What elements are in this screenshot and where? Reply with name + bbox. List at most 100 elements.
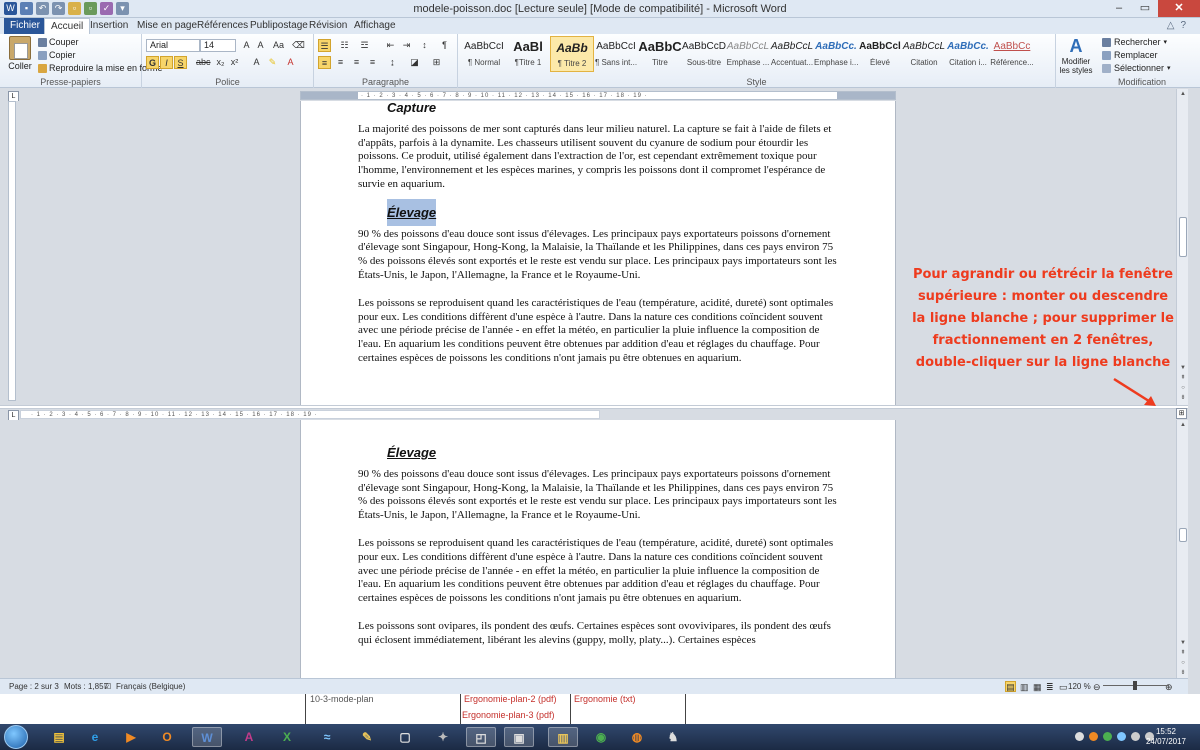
document-text-bottom[interactable]: Élevage 90 % des poissons d'eau douce so… — [358, 446, 838, 662]
line-spacing-icon[interactable]: ↨ — [386, 56, 399, 69]
scroll-up-icon[interactable]: ▲ — [1177, 89, 1189, 99]
zoom-out-icon[interactable]: ⊖ — [1093, 679, 1101, 695]
outlook-icon[interactable]: O — [152, 727, 182, 747]
maximize-button[interactable]: ▭ — [1132, 0, 1158, 17]
sort-icon[interactable]: ↕ — [418, 39, 431, 52]
page-count[interactable]: Page : 2 sur 3 — [9, 679, 59, 695]
justify-icon[interactable]: ≡ — [366, 56, 379, 69]
media-player-icon[interactable]: ▶ — [116, 727, 146, 747]
multilevel-list-icon[interactable]: ☲ — [358, 39, 371, 52]
select-button[interactable]: Sélectionner ▾ — [1102, 63, 1171, 73]
start-button[interactable] — [4, 725, 28, 749]
previous-page-icon[interactable]: ⇞ — [1177, 648, 1189, 658]
replace-button[interactable]: Remplacer — [1102, 50, 1158, 60]
find-button[interactable]: Rechercher ▾ — [1102, 37, 1167, 47]
borders-icon[interactable]: ⊞ — [430, 56, 443, 69]
bullets-icon[interactable]: ☰ — [318, 39, 331, 52]
language-indicator[interactable]: Français (Belgique) — [116, 679, 185, 695]
next-page-icon[interactable]: ⇟ — [1177, 668, 1189, 678]
align-center-icon[interactable]: ≡ — [334, 56, 347, 69]
firefox-icon[interactable]: ◍ — [622, 727, 652, 747]
shading-icon[interactable]: ◪ — [408, 56, 421, 69]
text-effects-icon[interactable]: A — [250, 56, 263, 69]
tab-affichage[interactable]: Affichage — [348, 18, 402, 34]
minimize-ribbon-icon[interactable]: △ — [1167, 20, 1175, 31]
font-color-icon[interactable]: A — [284, 56, 297, 69]
strikethrough-icon[interactable]: abc — [196, 56, 211, 69]
modify-styles-button[interactable]: A Modifier les styles — [1058, 36, 1094, 75]
style-accentuation[interactable]: AaBbCcL Accentuat... — [770, 36, 814, 72]
style-citation-intense[interactable]: AaBbCc. Citation i... — [946, 36, 990, 72]
chrome-icon[interactable]: ◉ — [586, 727, 616, 747]
feather-app-icon[interactable]: ✎ — [352, 727, 382, 747]
scroll-up-icon[interactable]: ▲ — [1177, 420, 1189, 430]
browse-object-icon[interactable]: ○ — [1177, 383, 1189, 393]
app-window-icon[interactable]: ◰ — [466, 727, 496, 747]
decrease-indent-icon[interactable]: ⇤ — [384, 39, 397, 52]
draft-view-icon[interactable]: ▭ — [1059, 679, 1068, 695]
vertical-scrollbar-bottom[interactable]: ▲ ▼ ⇞ ○ ⇟ — [1176, 420, 1188, 678]
clear-format-icon[interactable]: ⌫ — [292, 39, 305, 52]
scroll-down-icon[interactable]: ▼ — [1177, 363, 1189, 373]
explorer-icon[interactable]: ▤ — [44, 727, 74, 747]
cut-button[interactable]: Couper — [38, 37, 79, 47]
italic-button[interactable]: I — [160, 56, 173, 69]
close-button[interactable]: ✕ — [1158, 0, 1200, 17]
browse-object-icon[interactable]: ○ — [1177, 658, 1189, 668]
previous-page-icon[interactable]: ⇞ — [1177, 373, 1189, 383]
document-text-top[interactable]: Capture La majorité des poissons de mer … — [358, 101, 838, 380]
highlight-icon[interactable]: ✎ — [266, 56, 279, 69]
tray-app-icon[interactable] — [1089, 732, 1098, 741]
style-citation[interactable]: AaBbCcL Citation — [902, 36, 946, 72]
increase-indent-icon[interactable]: ⇥ — [400, 39, 413, 52]
change-case-icon[interactable]: Aa — [272, 39, 285, 52]
paste-button[interactable]: Coller — [6, 36, 34, 71]
document-app-icon[interactable]: ▣ — [504, 727, 534, 747]
excel-icon[interactable]: X — [272, 727, 302, 747]
zoom-level[interactable]: 120 % — [1068, 679, 1091, 695]
help-icon[interactable]: ? — [1180, 20, 1186, 31]
tray-shield-icon[interactable] — [1103, 732, 1112, 741]
copy-button[interactable]: Copier — [38, 50, 76, 60]
full-screen-reading-icon[interactable]: ▥ — [1020, 679, 1029, 695]
background-file-4[interactable]: Ergonomie (txt) — [574, 694, 636, 704]
background-file-1[interactable]: 10-3-mode-plan — [310, 694, 374, 704]
web-layout-icon[interactable]: ▦ — [1033, 679, 1042, 695]
tab-insertion[interactable]: Insertion — [84, 18, 134, 34]
scroll-thumb[interactable] — [1179, 528, 1187, 542]
document-page-top[interactable]: Capture La majorité des poissons de mer … — [300, 101, 896, 405]
font-size-select[interactable]: 14 — [200, 39, 236, 52]
network-app-icon[interactable]: ≈ — [312, 727, 342, 747]
superscript-icon[interactable]: x² — [228, 56, 241, 69]
word-count[interactable]: Mots : 1,857 — [64, 679, 108, 695]
style-titre-1[interactable]: AaBl ¶Titre 1 — [506, 36, 550, 72]
minimize-button[interactable]: – — [1106, 0, 1132, 17]
background-file-2[interactable]: Ergonomie-plan-2 (pdf) — [464, 694, 557, 704]
style-emphase-intense[interactable]: AaBbCc. Emphase i... — [814, 36, 858, 72]
print-layout-icon[interactable]: ▤ — [1005, 681, 1016, 692]
grow-font-icon[interactable]: A — [240, 39, 253, 52]
word-taskbar-icon[interactable]: W — [192, 727, 222, 747]
vertical-scrollbar-top[interactable]: ▲ ▼ ⇞ ○ ⇟ — [1176, 89, 1188, 405]
align-right-icon[interactable]: ≡ — [350, 56, 363, 69]
tray-network-icon[interactable] — [1117, 732, 1126, 741]
outline-view-icon[interactable]: ≣ — [1046, 679, 1054, 695]
horizontal-ruler-bottom[interactable]: · 1 · 2 · 3 · 4 · 5 · 6 · 7 · 8 · 9 · 10… — [20, 410, 600, 419]
style-titre-2[interactable]: AaBb ¶ Titre 2 — [550, 36, 594, 72]
background-file-3[interactable]: Ergonomie-plan-3 (pdf) — [462, 710, 555, 720]
document-page-bottom[interactable]: Élevage 90 % des poissons d'eau douce so… — [300, 420, 896, 678]
style-emphase[interactable]: AaBbCcL Emphase ... — [726, 36, 770, 72]
taskbar-clock[interactable]: 15:52 24/07/2017 — [1146, 727, 1186, 747]
scroll-down-icon[interactable]: ▼ — [1177, 638, 1189, 648]
font-name-select[interactable]: Arial — [146, 39, 200, 52]
style-eleve[interactable]: AaBbCcl Élevé — [858, 36, 902, 72]
style-normal[interactable]: AaBbCcI ¶ Normal — [462, 36, 506, 72]
horizontal-ruler-top[interactable]: · 1 · 2 · 3 · 4 · 5 · 6 · 7 · 8 · 9 · 10… — [300, 91, 896, 100]
zoom-in-icon[interactable]: ⊕ — [1165, 679, 1173, 695]
tray-cloud-icon[interactable] — [1075, 732, 1084, 741]
style-titre[interactable]: AaBbC Titre — [638, 36, 682, 72]
access-icon[interactable]: A — [234, 727, 264, 747]
tool-app-icon[interactable]: ✦ — [428, 727, 458, 747]
style-sans-interligne[interactable]: AaBbCcI ¶ Sans int... — [594, 36, 638, 72]
tab-fichier[interactable]: Fichier — [4, 18, 47, 34]
